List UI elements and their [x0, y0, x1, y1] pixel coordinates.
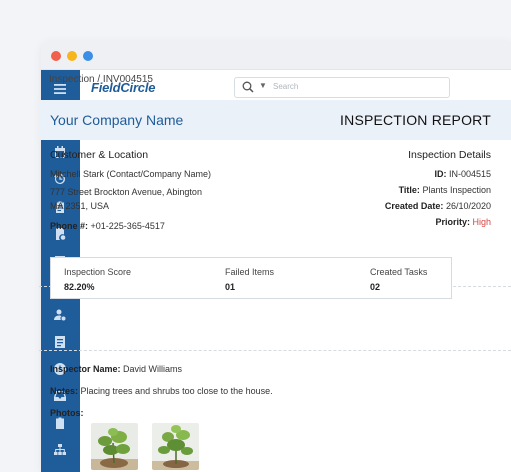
customer-location-section: Customer & Location Mitchell Stark (Cont…: [50, 149, 211, 237]
plant-photo-2[interactable]: [152, 423, 199, 470]
created-value: 26/10/2020: [445, 201, 491, 211]
inspector-label: Inspector Name:: [50, 364, 121, 374]
address-line-2: MA 2351, USA: [50, 201, 110, 211]
report-title: INSPECTION REPORT: [340, 112, 491, 128]
window-titlebar: [41, 41, 511, 70]
notes: Notes: Placing trees and shrubs too clos…: [50, 386, 273, 396]
title-label: Title:: [398, 185, 420, 195]
plant-photo-1[interactable]: [91, 423, 138, 470]
stat-value: 01: [225, 282, 236, 292]
stat-label: Inspection Score: [64, 267, 132, 277]
company-name: Your Company Name: [50, 112, 184, 128]
priority-label: Priority:: [435, 217, 470, 227]
inspection-notes-section: Inspector Name: David Williams Notes: Pl…: [50, 364, 273, 430]
checklist-icon[interactable]: [53, 335, 67, 349]
inspection-id: ID: IN-004515: [385, 169, 491, 179]
inspector-name: Inspector Name: David Williams: [50, 364, 273, 374]
stat-value: 02: [370, 282, 381, 292]
created-label: Created Date:: [384, 201, 444, 211]
report-header: Your Company Name INSPECTION REPORT: [39, 100, 511, 140]
inspection-details-section: Inspection Details ID: IN-004515 Title: …: [385, 149, 491, 233]
hierarchy-icon[interactable]: [53, 443, 67, 457]
photos-label: Photos:: [50, 408, 84, 418]
customer-contact: Mitchell Stark (Contact/Company Name): [50, 169, 212, 179]
notes-label: Notes:: [50, 386, 79, 396]
inspection-created-date: Created Date: 26/10/2020: [385, 201, 491, 211]
inspection-title: Title: Plants Inspection: [385, 185, 491, 195]
stat-inspection-score: Inspection Score 82.20%: [64, 267, 131, 292]
user-settings-icon[interactable]: [53, 308, 67, 322]
stat-value: 82.20%: [64, 282, 95, 292]
customer-phone: Phone #: +01-225-365-4517: [50, 221, 211, 231]
inspection-priority: Priority: High: [385, 217, 491, 227]
photos-heading: Photos:: [50, 408, 273, 418]
phone-label: Phone #:: [50, 221, 89, 231]
section-divider: [39, 350, 511, 351]
address-line-1: 777 Street Brockton Avenue, Abington: [50, 187, 202, 197]
notes-value: Placing trees and shrubs too close to th…: [80, 386, 273, 396]
customer-heading: Customer & Location: [50, 149, 149, 161]
id-value: IN-004515: [448, 169, 491, 179]
minimize-window-button[interactable]: [67, 51, 77, 61]
inspection-stats-box: Inspection Score 82.20% Failed Items 01 …: [50, 257, 452, 299]
close-window-button[interactable]: [51, 51, 61, 61]
id-label: ID:: [434, 169, 447, 179]
breadcrumb: Inspection / INV004515: [49, 74, 153, 85]
stat-created-tasks: Created Tasks 02: [370, 267, 427, 292]
inspection-details-heading: Inspection Details: [408, 149, 491, 161]
search-bar[interactable]: ▼ Search: [234, 77, 450, 98]
search-filter-dropdown-icon[interactable]: ▼: [259, 81, 267, 90]
priority-value: High: [472, 217, 491, 227]
inspector-value: David Williams: [123, 364, 183, 374]
stat-failed-items: Failed Items 01: [225, 267, 274, 292]
stat-label: Failed Items: [225, 267, 275, 277]
title-value: Plants Inspection: [422, 185, 491, 195]
stat-label: Created Tasks: [370, 267, 428, 277]
customer-address: 777 Street Brockton Avenue, Abington MA …: [50, 185, 211, 213]
phone-value: +01-225-365-4517: [90, 221, 165, 231]
search-input[interactable]: Search: [273, 82, 298, 91]
search-icon[interactable]: [242, 81, 254, 93]
maximize-window-button[interactable]: [83, 51, 93, 61]
